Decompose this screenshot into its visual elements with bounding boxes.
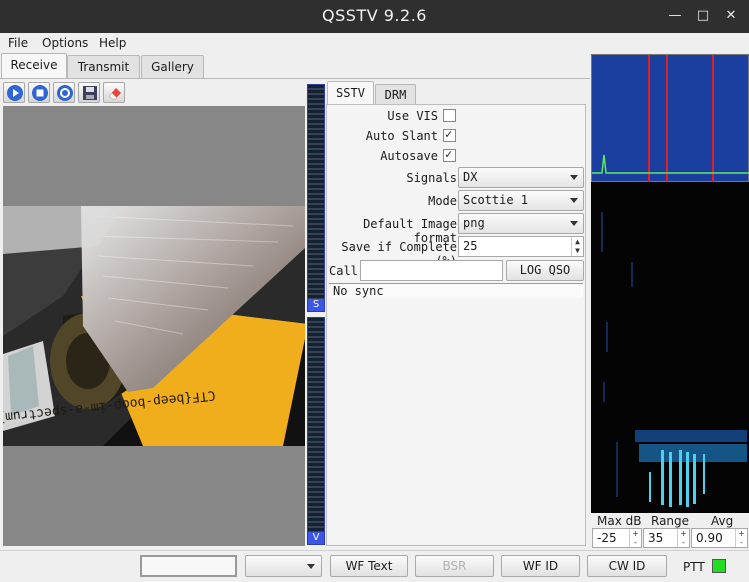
signals-value: DX [463, 170, 478, 184]
chevron-down-icon [307, 564, 315, 569]
stop-button[interactable] [28, 82, 50, 103]
minimize-icon[interactable]: — [666, 7, 684, 25]
save-complete-spinbox[interactable]: 25 ▲ ▼ [458, 236, 584, 257]
autosave-label: Autosave [380, 149, 438, 163]
sstv-settings-panel: Use VIS Auto Slant ✓ Autosave ✓ Signals … [326, 104, 586, 546]
bottom-select[interactable] [245, 555, 322, 577]
avg-label: Avg [711, 514, 734, 528]
window-title: QSSTV 9.2.6 [322, 6, 427, 25]
save-button[interactable] [78, 82, 100, 103]
menu-file[interactable]: File [8, 36, 28, 50]
waterfall-display [591, 182, 749, 513]
status-divider [0, 550, 749, 551]
spin-arrows-icon[interactable]: + - [677, 529, 689, 547]
image-format-value: png [463, 216, 485, 230]
check-icon: ✓ [445, 147, 453, 161]
sync-status: No sync [329, 283, 583, 298]
image-format-select[interactable]: png [458, 213, 584, 234]
chevron-down-icon [570, 175, 578, 180]
wf-id-button[interactable]: WF ID [501, 555, 580, 577]
received-image: CTF{beep-boop-im-a-spectrum} [3, 206, 305, 446]
tab-divider [0, 78, 590, 79]
mode-value: Scottie 1 [463, 193, 529, 207]
log-qso-button[interactable]: LOG QSO [506, 260, 584, 281]
bsr-button[interactable]: BSR [415, 555, 494, 577]
ptt-indicator [712, 559, 726, 573]
waterfall-graph [601, 212, 747, 507]
range-spinbox[interactable]: 35 + - [643, 528, 690, 548]
avg-spinbox[interactable]: 0.90 + - [691, 528, 748, 548]
eraser-icon [108, 88, 121, 101]
tab-drm[interactable]: DRM [375, 84, 416, 105]
spin-arrows-icon[interactable]: + - [629, 529, 641, 547]
save-icon [83, 86, 97, 100]
signals-label: Signals [406, 171, 457, 185]
max-db-label: Max dB [597, 514, 642, 528]
signal-meter-label: S [308, 299, 324, 311]
play-icon [7, 85, 23, 101]
tab-receive[interactable]: Receive [1, 53, 67, 79]
spin-arrows-icon[interactable]: ▲ ▼ [571, 237, 583, 256]
clear-button[interactable] [103, 82, 125, 103]
title-bar: QSSTV 9.2.6 — □ ✕ [0, 0, 749, 33]
save-complete-value: 25 [463, 239, 478, 253]
tab-transmit[interactable]: Transmit [67, 55, 140, 79]
check-icon: ✓ [445, 127, 453, 141]
maximize-icon[interactable]: □ [694, 7, 712, 25]
start-button[interactable] [3, 82, 25, 103]
reset-icon [57, 85, 73, 101]
chevron-down-icon [570, 221, 578, 226]
auto-slant-label: Auto Slant [365, 129, 438, 143]
volume-meter-label: V [308, 532, 324, 544]
signals-select[interactable]: DX [458, 167, 584, 188]
status-field [140, 555, 237, 577]
spectrum-trace [592, 154, 749, 174]
received-image-graphic: CTF{beep-boop-im-a-spectrum} [3, 206, 305, 446]
max-db-value: -25 [597, 531, 617, 545]
use-vis-checkbox[interactable] [443, 109, 456, 122]
stop-icon [32, 85, 48, 101]
tab-sstv[interactable]: SSTV [327, 81, 374, 105]
signal-meter [307, 84, 325, 312]
ptt-label: PTT [683, 560, 705, 574]
mode-select[interactable]: Scottie 1 [458, 190, 584, 211]
spectrum-graph [592, 55, 749, 183]
range-label: Range [651, 514, 690, 528]
menu-bar: File Options Help [0, 33, 749, 53]
reset-button[interactable] [53, 82, 75, 103]
menu-options[interactable]: Options [42, 36, 88, 50]
wf-text-button[interactable]: WF Text [330, 555, 408, 577]
auto-slant-checkbox[interactable]: ✓ [443, 127, 456, 142]
autosave-checkbox[interactable]: ✓ [443, 147, 456, 162]
use-vis-label: Use VIS [387, 109, 438, 123]
spectrum-display [591, 54, 749, 183]
spin-arrows-icon[interactable]: + - [735, 529, 747, 547]
received-image-area: CTF{beep-boop-im-a-spectrum} [3, 106, 305, 546]
volume-meter [307, 317, 325, 545]
mode-label: Mode [428, 194, 457, 208]
max-db-spinbox[interactable]: -25 + - [592, 528, 642, 548]
chevron-down-icon [570, 198, 578, 203]
cw-id-button[interactable]: CW ID [587, 555, 667, 577]
range-value: 35 [648, 531, 664, 545]
call-input[interactable] [360, 260, 503, 281]
tab-gallery[interactable]: Gallery [141, 55, 204, 79]
close-icon[interactable]: ✕ [722, 7, 740, 25]
menu-help[interactable]: Help [99, 36, 126, 50]
avg-value: 0.90 [696, 531, 723, 545]
